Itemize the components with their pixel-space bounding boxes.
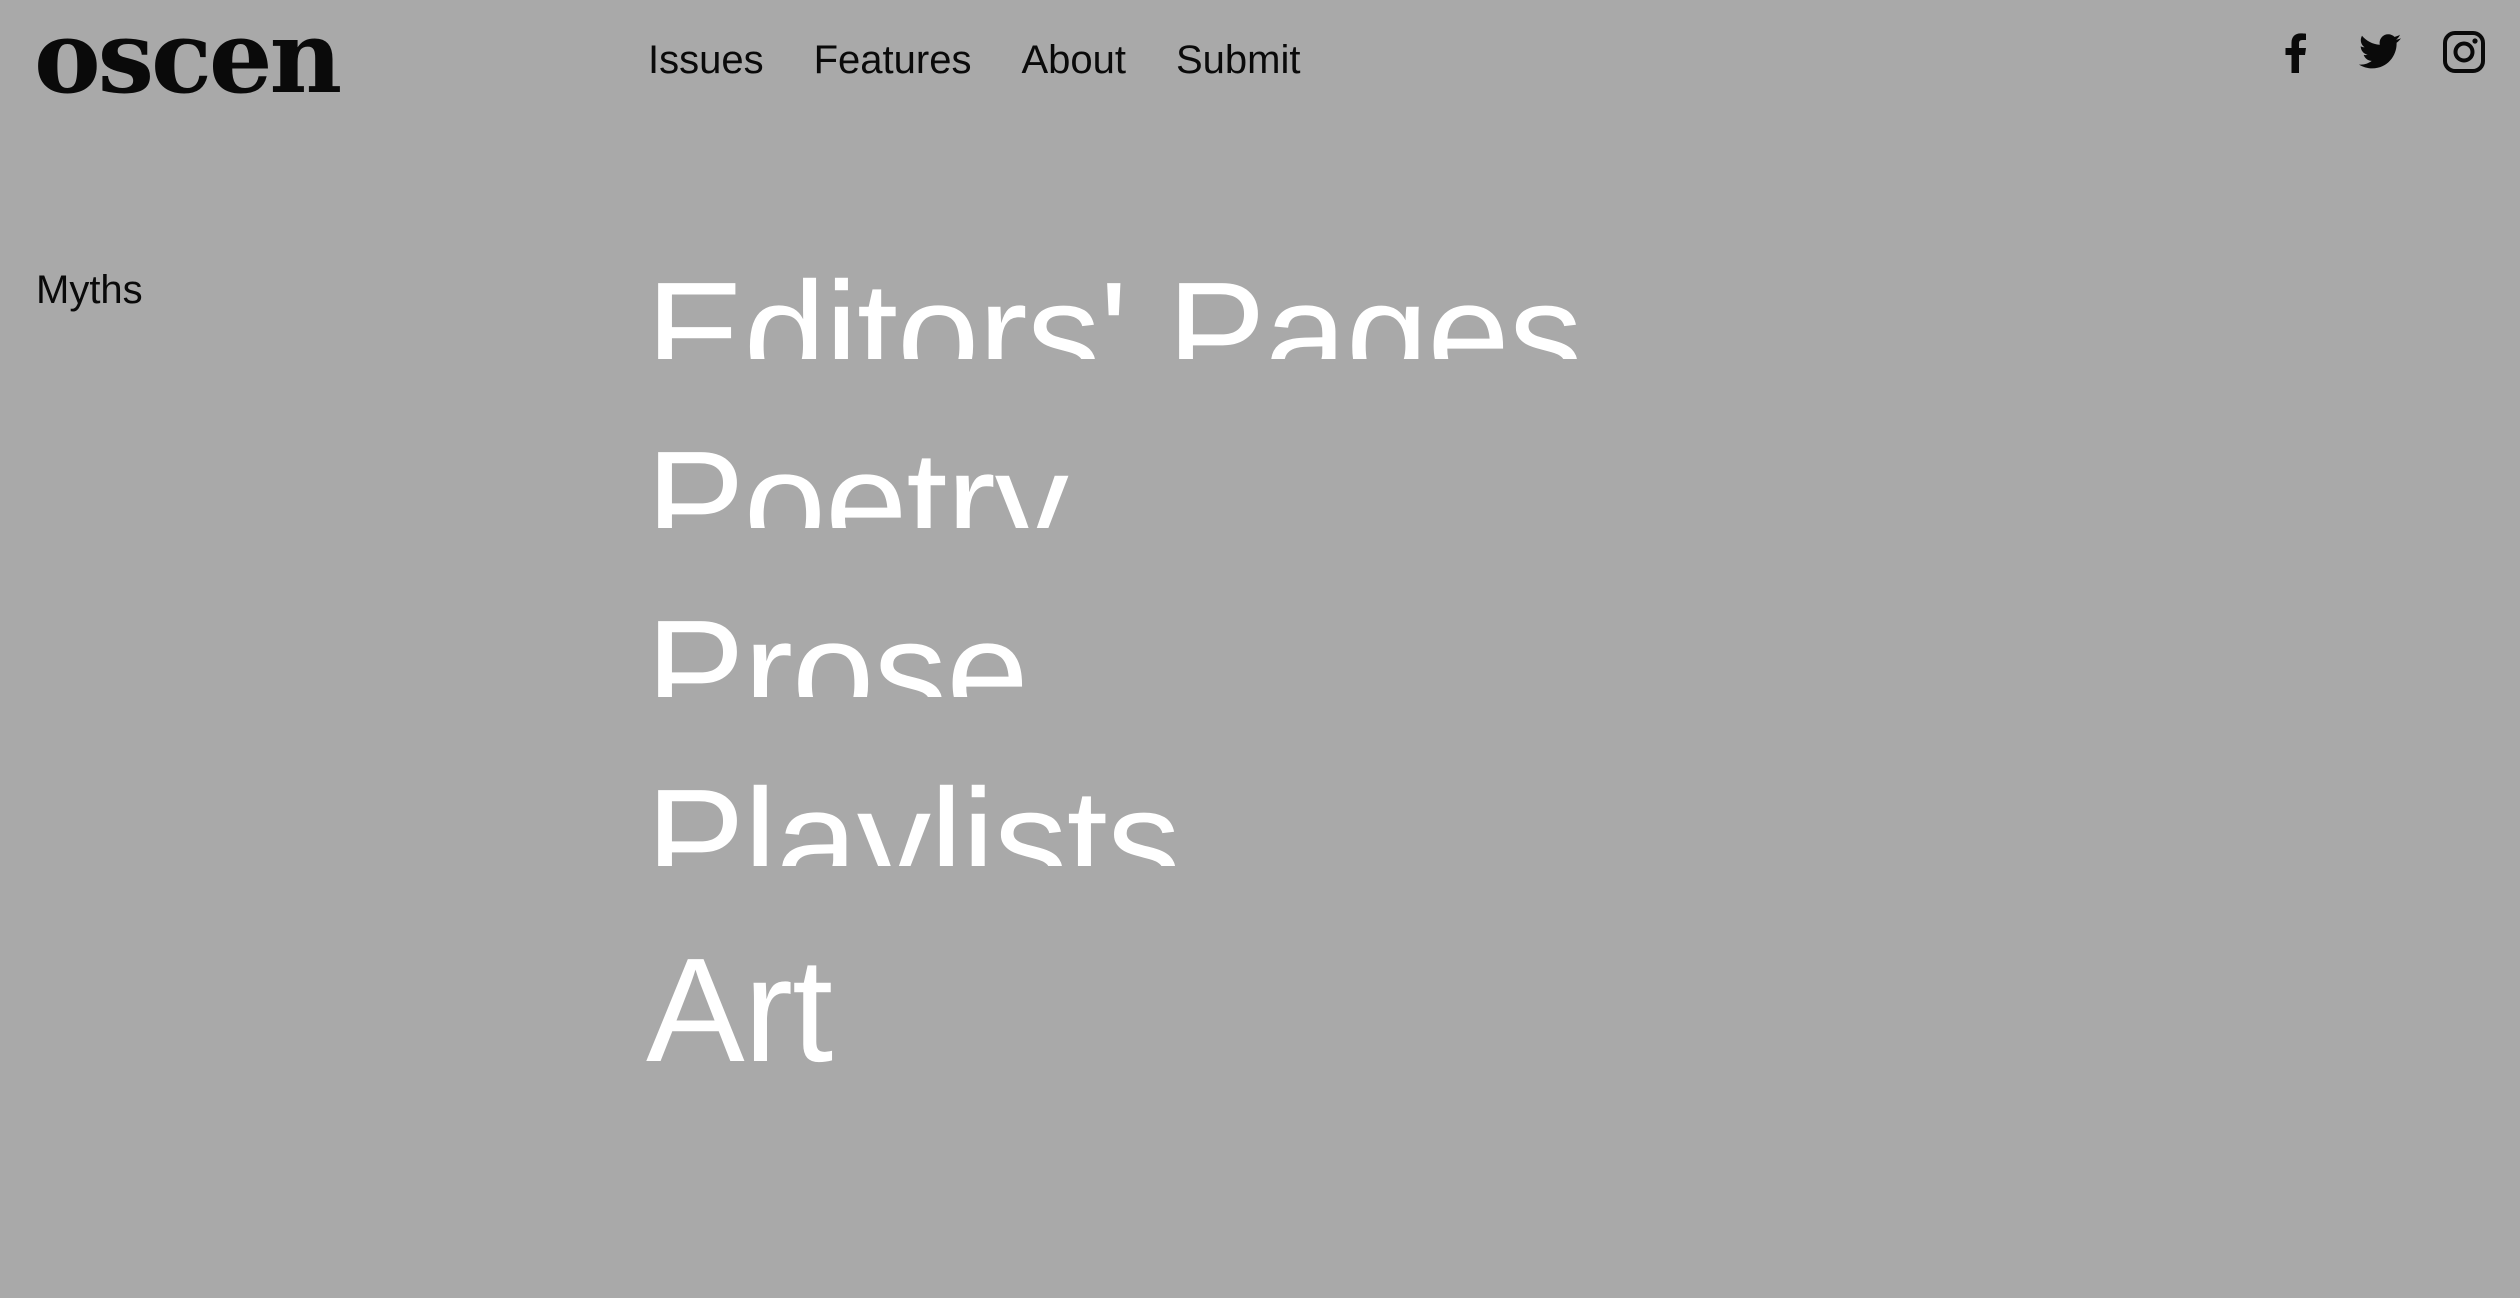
nav-link-submit[interactable]: Submit [1176, 32, 1301, 88]
section-label: Playlists [646, 765, 1181, 867]
section-link-prose[interactable]: Prose [646, 596, 1846, 698]
site-header: oscen Issues Features About Submit [0, 0, 2520, 120]
section-menu: Editors' Pages Poetry Prose Playlists Ar… [646, 258, 1846, 1103]
section-link-playlists[interactable]: Playlists [646, 765, 1846, 867]
section-label: Prose [646, 596, 1029, 698]
section-link-poetry[interactable]: Poetry [646, 427, 1846, 529]
facebook-icon[interactable] [2272, 28, 2320, 76]
section-link-editors-pages[interactable]: Editors' Pages [646, 258, 1846, 360]
section-label: Editors' Pages [646, 258, 1583, 360]
issue-title: Myths [36, 268, 143, 312]
twitter-icon[interactable] [2356, 28, 2404, 76]
section-label: Poetry [646, 427, 1069, 529]
nav-link-features[interactable]: Features [814, 32, 972, 88]
nav-link-about[interactable]: About [1021, 32, 1126, 88]
nav-link-issues[interactable]: Issues [648, 32, 764, 88]
section-link-art[interactable]: Art [646, 934, 1846, 1103]
instagram-icon[interactable] [2440, 28, 2488, 76]
site-logo[interactable]: oscen [34, 2, 342, 112]
main-nav: Issues Features About Submit [648, 32, 1301, 88]
section-label: Art [646, 934, 833, 1093]
social-links [2272, 28, 2488, 76]
